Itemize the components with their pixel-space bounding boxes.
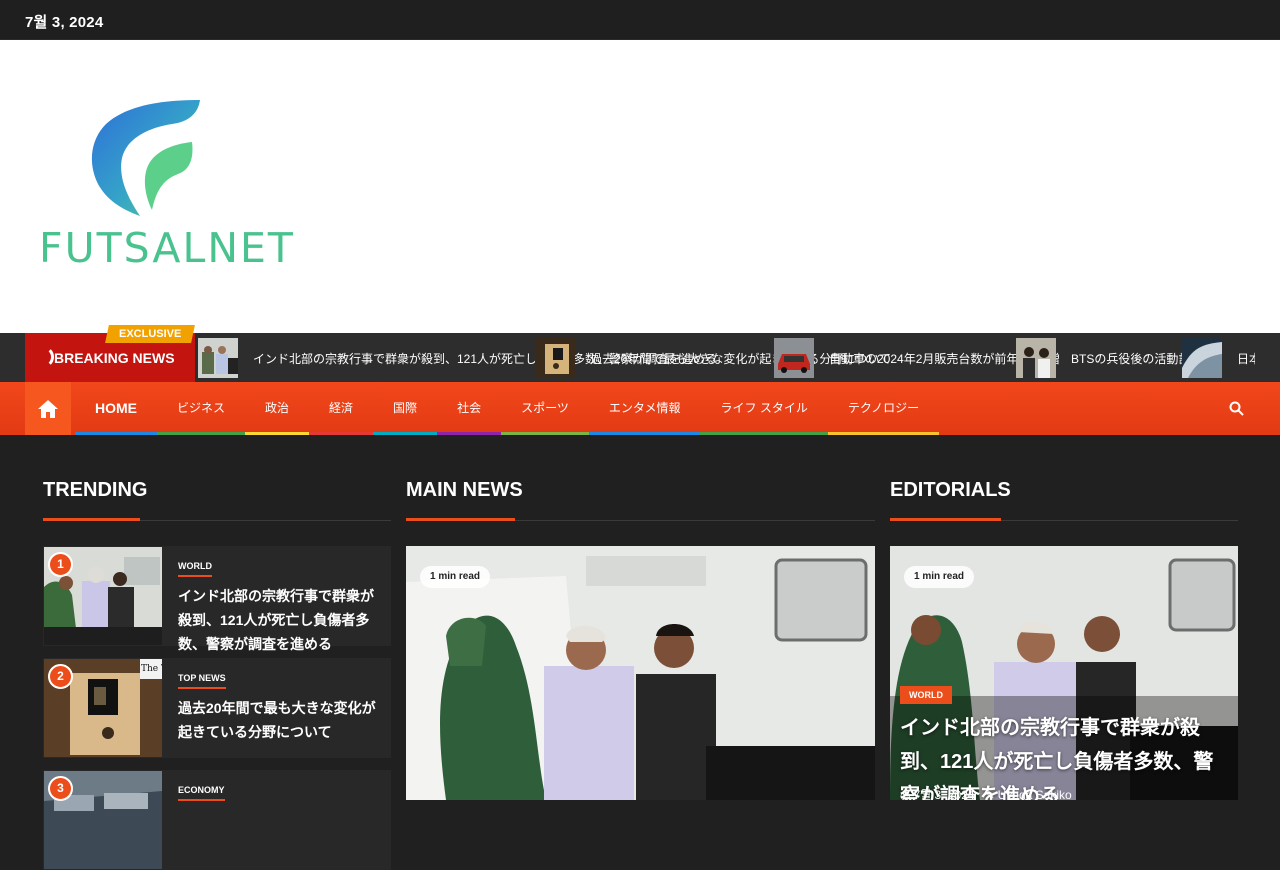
loading-spinner-icon bbox=[32, 346, 54, 368]
site-header: FUTSALNET bbox=[0, 40, 1280, 333]
nav-item-sports[interactable]: スポーツ bbox=[501, 382, 589, 435]
trending-category[interactable]: ECONOMY bbox=[178, 785, 225, 801]
main-news-rule bbox=[406, 518, 875, 521]
nav-item-entertainment[interactable]: エンタメ情報 bbox=[588, 382, 701, 435]
editorial-date: 7월 3, 2024 bbox=[913, 788, 975, 800]
ticker-item[interactable]: 日本代 bbox=[1182, 338, 1255, 378]
editorial-author[interactable]: Uyeda Sakiko bbox=[998, 788, 1072, 801]
edit-icon: ✎ bbox=[984, 787, 995, 801]
nav-item-business[interactable]: ビジネス bbox=[157, 382, 246, 435]
ticker-track: インド北部の宗教行事で群衆が殺到、121人が死亡し負傷者多数、警察が調査を進める… bbox=[195, 333, 1255, 382]
svg-text:The T: The T bbox=[141, 664, 162, 674]
trending-rank: 2 bbox=[48, 664, 73, 689]
breaking-news-label: EXCLUSIVE BREAKING NEWS bbox=[25, 325, 196, 382]
top-bar: 7월 3, 2024 bbox=[0, 0, 1280, 40]
nav-menu: HOME ビジネス 政治 経済 国際 社会 スポーツ エンタメ情報 ライフ スタ… bbox=[75, 382, 940, 435]
nav-item-society[interactable]: 社会 bbox=[437, 382, 502, 435]
trending-item[interactable]: The T 2 TOP NEWS 過去20年間で最も大きな変化が起きている分野に… bbox=[43, 658, 391, 758]
editorial-card[interactable]: 1 min read WORLD インド北部の宗教行事で群衆が殺到、121人が死… bbox=[890, 546, 1238, 800]
home-icon bbox=[38, 399, 58, 418]
main-news-card[interactable]: 1 min read bbox=[406, 546, 875, 800]
site-logo-icon[interactable] bbox=[88, 98, 206, 218]
main-news-heading: MAIN NEWS bbox=[406, 479, 523, 501]
ticker-thumbnail bbox=[1016, 338, 1056, 378]
ticker-thumbnail bbox=[198, 338, 238, 378]
nav-item-lifestyle[interactable]: ライフ スタイル bbox=[700, 382, 828, 435]
editorial-meta: ◷ 7월 3, 2024 ✎ Uyeda Sakiko bbox=[900, 786, 1072, 801]
trending-category[interactable]: TOP NEWS bbox=[178, 673, 226, 689]
editorials-heading: EDITORIALS bbox=[890, 479, 1011, 501]
nav-item-technology[interactable]: テクノロジー bbox=[827, 382, 940, 435]
clock-icon: ◷ bbox=[900, 788, 911, 800]
ticker-thumbnail bbox=[774, 338, 814, 378]
nav-item-economy[interactable]: 経済 bbox=[309, 382, 374, 435]
search-icon[interactable] bbox=[1229, 401, 1244, 416]
home-button[interactable] bbox=[25, 382, 71, 435]
ticker-thumbnail bbox=[535, 338, 575, 378]
ticker-thumbnail bbox=[1182, 338, 1222, 378]
site-logo-text[interactable]: FUTSALNET bbox=[39, 224, 295, 272]
ticker-item[interactable]: BTSの兵役後の活動計画 bbox=[1016, 338, 1202, 378]
editorial-category[interactable]: WORLD bbox=[900, 686, 952, 704]
exclusive-badge: EXCLUSIVE bbox=[105, 325, 196, 343]
nav-item-international[interactable]: 国際 bbox=[373, 382, 438, 435]
main-navigation: HOME ビジネス 政治 経済 国際 社会 スポーツ エンタメ情報 ライフ スタ… bbox=[0, 382, 1280, 435]
trending-item[interactable]: 3 ECONOMY bbox=[43, 770, 391, 870]
editorials-rule bbox=[890, 518, 1238, 521]
trending-rule bbox=[43, 518, 391, 521]
read-time-badge: 1 min read bbox=[904, 566, 975, 588]
trending-category[interactable]: WORLD bbox=[178, 561, 212, 577]
trending-title[interactable]: インド北部の宗教行事で群衆が殺到、121人が死亡し負傷者多数、警察が調査を進める bbox=[178, 584, 378, 656]
current-date: 7월 3, 2024 bbox=[25, 14, 104, 31]
trending-item[interactable]: 1 WORLD インド北部の宗教行事で群衆が殺到、121人が死亡し負傷者多数、警… bbox=[43, 546, 391, 652]
trending-rank: 3 bbox=[48, 776, 73, 801]
nav-item-home[interactable]: HOME bbox=[75, 382, 157, 435]
breaking-news-title: BREAKING NEWS bbox=[54, 350, 175, 366]
breaking-news-ticker: EXCLUSIVE BREAKING NEWS インド北部の宗教行事で群衆が殺到… bbox=[0, 325, 1280, 382]
read-time-badge: 1 min read bbox=[420, 566, 491, 588]
trending-heading: TRENDING bbox=[43, 479, 148, 501]
trending-rank: 1 bbox=[48, 552, 73, 577]
nav-item-politics[interactable]: 政治 bbox=[245, 382, 310, 435]
trending-title[interactable]: 過去20年間で最も大きな変化が起きている分野について bbox=[178, 696, 378, 744]
